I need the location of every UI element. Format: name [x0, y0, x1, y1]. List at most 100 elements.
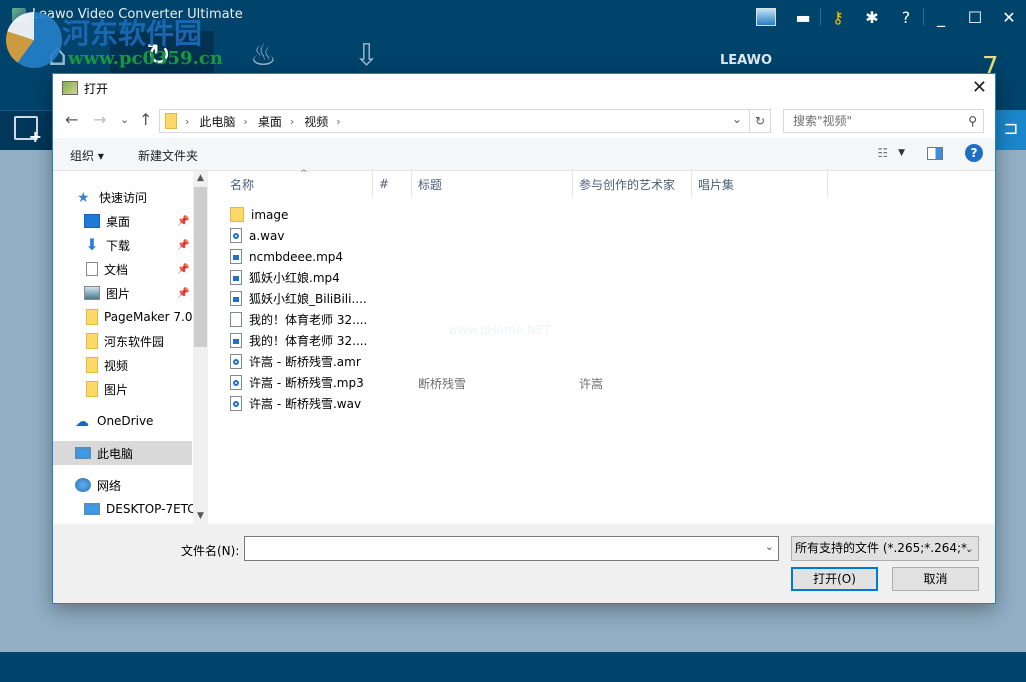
- tree-item-videos[interactable]: 视频: [53, 353, 193, 377]
- tree-item-pictures-folder[interactable]: 图片: [53, 377, 193, 401]
- file-name: 我的！体育老师 32....: [249, 334, 368, 348]
- folder-icon: [230, 207, 244, 222]
- tree-item-documents[interactable]: 文档 📌: [53, 257, 193, 281]
- tree-item-this-pc[interactable]: 此电脑: [53, 441, 192, 465]
- address-bar[interactable]: › 此电脑 › 桌面 › 视频 › ⌄: [159, 109, 771, 133]
- scroll-down-icon[interactable]: ▼: [194, 511, 207, 521]
- dialog-app-icon: [62, 81, 78, 95]
- chevron-down-icon[interactable]: ⌄: [732, 112, 742, 126]
- preview-pane-icon[interactable]: [927, 146, 943, 160]
- title-bar-controls: ▬ ⚷ ✱ ? _ ☐ ✕: [746, 0, 1026, 34]
- audio-file-icon: [230, 228, 242, 243]
- tree-item-downloads[interactable]: ⬇ 下载 📌: [53, 233, 193, 257]
- tree-item-hedong[interactable]: 河东软件园: [53, 329, 193, 353]
- tree-scrollbar-thumb[interactable]: [194, 187, 207, 347]
- column-header-number[interactable]: #: [373, 171, 412, 197]
- star-icon: ★: [77, 190, 90, 206]
- file-row[interactable]: 我的！体育老师 32....: [230, 330, 367, 351]
- pin-icon: 📌: [177, 263, 190, 275]
- file-row[interactable]: 许嵩 - 断桥残雪.wav: [230, 393, 361, 414]
- column-header-album[interactable]: 唱片集: [692, 171, 828, 197]
- tree-item-pagemaker[interactable]: PageMaker 7.0: [53, 305, 193, 329]
- recent-locations-button[interactable]: ⌄: [120, 113, 129, 126]
- file-name: image: [251, 207, 289, 222]
- chevron-down-icon[interactable]: ▼: [898, 148, 905, 158]
- scroll-up-icon[interactable]: ▲: [194, 173, 207, 183]
- browser-body: ★ 快速访问 桌面 📌 ⬇ 下载 📌 文档 📌 图片 📌 PageMaker 7.0 河东软…: [53, 169, 995, 524]
- up-button[interactable]: ↑: [139, 110, 152, 129]
- cloud-icon: ☁: [75, 414, 89, 430]
- navigation-tree: ★ 快速访问 桌面 📌 ⬇ 下载 📌 文档 📌 图片 📌 PageMaker 7.0 河东软…: [53, 171, 208, 524]
- tree-item-network[interactable]: 网络: [53, 473, 193, 497]
- chevron-right-icon[interactable]: ›: [243, 115, 247, 128]
- file-row[interactable]: 许嵩 - 断桥残雪.mp3: [230, 372, 364, 393]
- refresh-button[interactable]: ↻: [749, 109, 771, 133]
- organize-button[interactable]: 组织 ▾: [70, 147, 104, 164]
- store-icon[interactable]: [756, 8, 776, 26]
- tree-item-desktop-pc[interactable]: DESKTOP-7ETC: [53, 497, 193, 521]
- burn-icon[interactable]: ♨: [250, 38, 277, 73]
- command-bar: 组织 ▾ 新建文件夹 ☷ ▼ ?: [53, 138, 995, 171]
- picture-icon: [84, 286, 100, 300]
- key-icon[interactable]: ⚷: [821, 8, 855, 27]
- minimize-icon[interactable]: _: [924, 8, 958, 27]
- forward-button[interactable]: →: [93, 110, 106, 129]
- breadcrumb-item[interactable]: 此电脑: [199, 113, 235, 130]
- view-controls: ☷ ▼ ?: [877, 144, 995, 162]
- chat-icon[interactable]: ▬: [786, 8, 820, 27]
- maximize-icon[interactable]: ☐: [958, 8, 992, 27]
- pin-icon: 📌: [177, 287, 190, 299]
- file-row[interactable]: 许嵩 - 断桥残雪.amr: [230, 351, 361, 372]
- tree-item-pictures[interactable]: 图片 📌: [53, 281, 193, 305]
- chevron-down-icon[interactable]: ⌄: [765, 540, 774, 553]
- add-video-icon[interactable]: [14, 116, 42, 146]
- view-mode-icon[interactable]: ☷: [877, 146, 888, 160]
- search-input[interactable]: 搜索"视频" ⚲: [783, 109, 984, 133]
- network-icon: [75, 478, 91, 492]
- layout-toggle-button[interactable]: ⊐: [996, 110, 1026, 150]
- file-type-select[interactable]: 所有支持的文件 (*.265;*.264;*. ⌄: [791, 536, 979, 561]
- file-row[interactable]: ncmbdeee.mp4: [230, 246, 343, 267]
- chevron-right-icon[interactable]: ›: [290, 115, 294, 128]
- pin-icon: 📌: [177, 215, 190, 227]
- column-label: 名称: [230, 177, 255, 192]
- file-name: 许嵩 - 断桥残雪.mp3: [249, 376, 364, 390]
- open-button[interactable]: 打开(O): [791, 567, 878, 591]
- document-icon: [86, 262, 98, 276]
- file-row[interactable]: image: [230, 204, 288, 225]
- video-file-icon: [230, 249, 242, 264]
- help-icon[interactable]: ?: [965, 144, 983, 162]
- breadcrumb-item[interactable]: 视频: [304, 113, 328, 130]
- file-name: 许嵩 - 断桥残雪.amr: [249, 355, 361, 369]
- chevron-right-icon[interactable]: ›: [336, 115, 340, 128]
- chevron-right-icon[interactable]: ›: [185, 115, 189, 128]
- download-icon[interactable]: ⇩: [354, 38, 379, 73]
- file-row[interactable]: 狐妖小红娘.mp4: [230, 267, 340, 288]
- file-name: 狐妖小红娘_BiliBili....: [249, 292, 367, 306]
- column-header-artist[interactable]: 参与创作的艺术家: [573, 171, 692, 197]
- dialog-close-button[interactable]: ✕: [972, 77, 987, 98]
- back-button[interactable]: ←: [65, 110, 78, 129]
- tree-item-quick-access[interactable]: ★ 快速访问: [53, 185, 193, 209]
- help-icon[interactable]: ?: [889, 8, 923, 27]
- audio-file-icon: [230, 354, 242, 369]
- close-icon[interactable]: ✕: [992, 8, 1026, 27]
- tree-item-desktop[interactable]: 桌面 📌: [53, 209, 193, 233]
- file-row[interactable]: 我的！体育老师 32....: [230, 309, 367, 330]
- search-icon[interactable]: ⚲: [968, 110, 977, 132]
- cancel-button[interactable]: 取消: [892, 567, 979, 591]
- column-header-name[interactable]: 名称 ^: [224, 169, 373, 197]
- tree-item-onedrive[interactable]: ☁ OneDrive: [53, 409, 193, 433]
- video-file-icon: [230, 291, 242, 306]
- new-folder-button[interactable]: 新建文件夹: [138, 147, 198, 164]
- file-title: 断桥残雪: [418, 377, 467, 391]
- file-row[interactable]: a.wav: [230, 225, 284, 246]
- file-row[interactable]: 狐妖小红娘_BiliBili....: [230, 288, 367, 309]
- gear-icon[interactable]: ✱: [855, 8, 889, 27]
- breadcrumb-item[interactable]: 桌面: [258, 113, 282, 130]
- chevron-down-icon[interactable]: ⌄: [965, 537, 974, 560]
- file-artist: 许嵩: [579, 377, 604, 391]
- filename-input[interactable]: ⌄: [244, 536, 779, 561]
- download-icon: ⬇: [85, 235, 99, 254]
- column-header-title[interactable]: 标题: [412, 171, 573, 197]
